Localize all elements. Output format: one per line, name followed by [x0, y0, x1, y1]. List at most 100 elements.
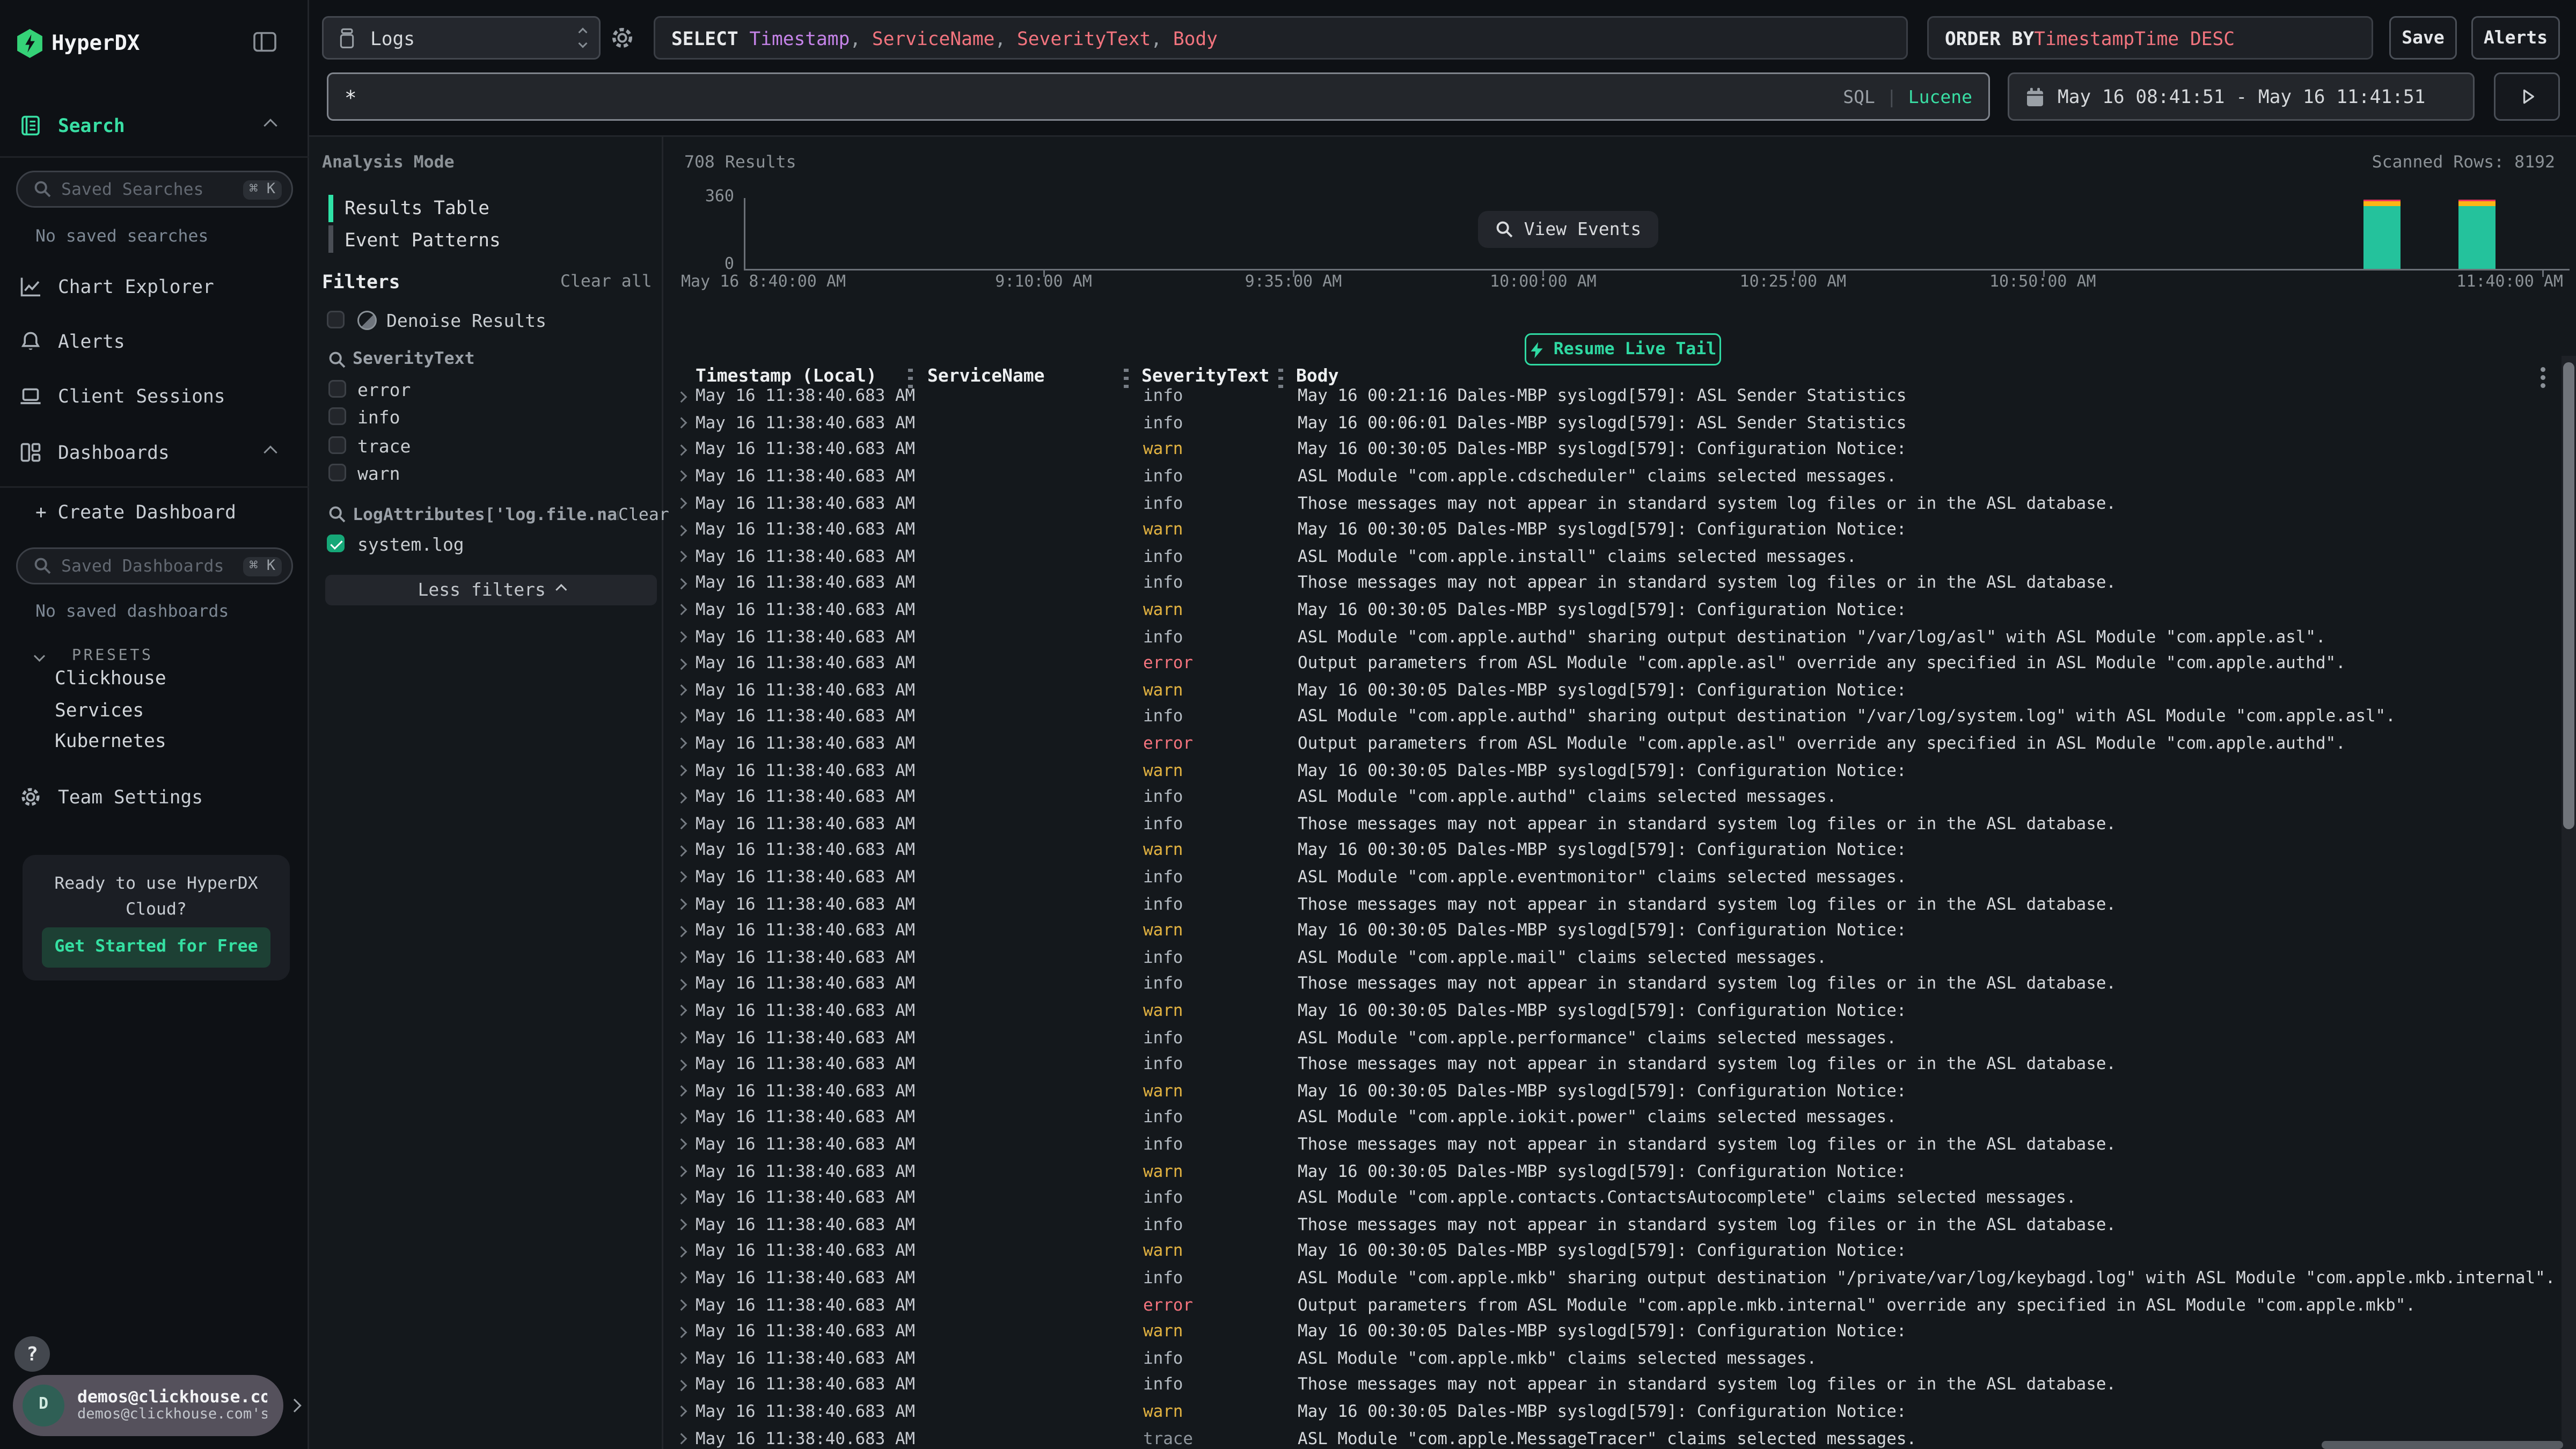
- sidebar-item-client-sessions[interactable]: Client Sessions: [0, 375, 309, 417]
- table-row[interactable]: May 16 11:38:40.683 AMwarnMay 16 00:30:0…: [663, 998, 2576, 1025]
- row-expand-chevron-icon[interactable]: [676, 792, 686, 802]
- severity-error-label[interactable]: error: [357, 380, 411, 401]
- table-row[interactable]: May 16 11:38:40.683 AMwarnMay 16 00:30:0…: [663, 517, 2576, 544]
- row-expand-chevron-icon[interactable]: [676, 1380, 686, 1390]
- user-menu[interactable]: D demos@clickhouse.com demos@clickhouse.…: [13, 1375, 283, 1436]
- table-row[interactable]: May 16 11:38:40.683 AMinfoASL Module "co…: [663, 464, 2576, 491]
- mode-event-patterns[interactable]: Event Patterns: [345, 229, 501, 251]
- row-expand-chevron-icon[interactable]: [676, 631, 686, 641]
- source-settings-gear-icon[interactable]: [610, 26, 634, 50]
- sidebar-item-alerts[interactable]: Alerts: [0, 320, 309, 362]
- row-expand-chevron-icon[interactable]: [676, 1086, 686, 1096]
- table-row[interactable]: May 16 11:38:40.683 AMinfoThose messages…: [663, 971, 2576, 998]
- row-expand-chevron-icon[interactable]: [676, 845, 686, 855]
- row-expand-chevron-icon[interactable]: [676, 685, 686, 695]
- table-row[interactable]: May 16 11:38:40.683 AMwarnMay 16 00:30:0…: [663, 758, 2576, 785]
- chevron-up-icon[interactable]: [264, 119, 277, 132]
- order-by-input[interactable]: ORDER BY TimestampTime DESC: [1927, 16, 2373, 60]
- save-button[interactable]: Save: [2389, 16, 2457, 60]
- table-row[interactable]: May 16 11:38:40.683 AMwarnMay 16 00:30:0…: [663, 838, 2576, 865]
- row-expand-chevron-icon[interactable]: [676, 471, 686, 481]
- date-range-input[interactable]: May 16 08:41:51 - May 16 11:41:51: [2008, 72, 2475, 121]
- table-row[interactable]: May 16 11:38:40.683 AMerrorOutput parame…: [663, 731, 2576, 758]
- sidebar-item-team-settings[interactable]: Team Settings: [0, 776, 309, 818]
- table-row[interactable]: May 16 11:38:40.683 AMinfoASL Module "co…: [663, 1105, 2576, 1132]
- row-expand-chevron-icon[interactable]: [676, 1139, 686, 1150]
- mode-results-table[interactable]: Results Table: [345, 196, 489, 219]
- table-row[interactable]: May 16 11:38:40.683 AMwarnMay 16 00:30:0…: [663, 437, 2576, 464]
- sidebar-item-dashboards[interactable]: Dashboards: [0, 431, 309, 473]
- table-row[interactable]: May 16 11:38:40.683 AMwarnMay 16 00:30:0…: [663, 1239, 2576, 1265]
- row-expand-chevron-icon[interactable]: [676, 1166, 686, 1176]
- severity-error-checkbox[interactable]: [328, 380, 346, 398]
- row-expand-chevron-icon[interactable]: [676, 898, 686, 909]
- alerts-button[interactable]: Alerts: [2471, 16, 2560, 60]
- get-started-button[interactable]: Get Started for Free: [42, 927, 270, 968]
- row-expand-chevron-icon[interactable]: [676, 1192, 686, 1203]
- table-row[interactable]: May 16 11:38:40.683 AMinfoThose messages…: [663, 1132, 2576, 1159]
- table-row[interactable]: May 16 11:38:40.683 AMinfoThose messages…: [663, 570, 2576, 597]
- presets-toggle[interactable]: PRESETS: [35, 636, 153, 667]
- view-events-button[interactable]: View Events: [1478, 211, 1658, 248]
- row-expand-chevron-icon[interactable]: [676, 418, 686, 428]
- row-expand-chevron-icon[interactable]: [676, 738, 686, 749]
- systemlog-label[interactable]: system.log: [357, 535, 464, 555]
- severity-warn-label[interactable]: warn: [357, 464, 400, 485]
- row-expand-chevron-icon[interactable]: [676, 712, 686, 722]
- row-expand-chevron-icon[interactable]: [676, 872, 686, 882]
- row-expand-chevron-icon[interactable]: [676, 1059, 686, 1069]
- severity-trace-label[interactable]: trace: [357, 436, 411, 457]
- row-expand-chevron-icon[interactable]: [676, 1353, 686, 1363]
- row-expand-chevron-icon[interactable]: [676, 925, 686, 935]
- row-expand-chevron-icon[interactable]: [676, 1032, 686, 1042]
- row-expand-chevron-icon[interactable]: [676, 818, 686, 829]
- saved-dashboards-input[interactable]: Saved Dashboards ⌘ K: [16, 547, 293, 584]
- table-row[interactable]: May 16 11:38:40.683 AMinfoMay 16 00:21:1…: [663, 383, 2576, 410]
- row-expand-chevron-icon[interactable]: [676, 1299, 686, 1309]
- table-row[interactable]: May 16 11:38:40.683 AMwarnMay 16 00:30:0…: [663, 1159, 2576, 1185]
- row-expand-chevron-icon[interactable]: [676, 391, 686, 401]
- row-expand-chevron-icon[interactable]: [676, 551, 686, 561]
- row-expand-chevron-icon[interactable]: [676, 605, 686, 615]
- row-expand-chevron-icon[interactable]: [676, 444, 686, 455]
- chevron-up-icon[interactable]: [264, 445, 277, 459]
- severity-warn-checkbox[interactable]: [328, 464, 346, 481]
- sidebar-item-search[interactable]: Search: [0, 105, 309, 147]
- table-row[interactable]: May 16 11:38:40.683 AMwarnMay 16 00:30:0…: [663, 1319, 2576, 1345]
- mode-sql-toggle[interactable]: SQL: [1843, 86, 1875, 107]
- resume-live-tail-button[interactable]: Resume Live Tail: [1525, 333, 1721, 365]
- source-select[interactable]: Logs: [322, 16, 601, 60]
- horizontal-scrollbar-thumb[interactable]: [2322, 1441, 2563, 1449]
- table-row[interactable]: May 16 11:38:40.683 AMerrorOutput parame…: [663, 650, 2576, 677]
- row-expand-chevron-icon[interactable]: [676, 1273, 686, 1283]
- live-tail-play-button[interactable]: [2494, 72, 2560, 121]
- clear-all-link[interactable]: Clear all: [560, 272, 652, 291]
- logattr-clear-link[interactable]: Clear: [618, 506, 669, 525]
- table-row[interactable]: May 16 11:38:40.683 AMinfoASL Module "co…: [663, 1265, 2576, 1292]
- row-expand-chevron-icon[interactable]: [676, 1326, 686, 1336]
- row-expand-chevron-icon[interactable]: [676, 765, 686, 775]
- row-expand-chevron-icon[interactable]: [676, 1219, 686, 1230]
- row-expand-chevron-icon[interactable]: [676, 497, 686, 508]
- help-button[interactable]: ?: [14, 1336, 50, 1372]
- table-row[interactable]: May 16 11:38:40.683 AMinfoASL Module "co…: [663, 784, 2576, 811]
- less-filters-button[interactable]: Less filters: [325, 575, 657, 605]
- row-expand-chevron-icon[interactable]: [676, 1246, 686, 1256]
- table-row[interactable]: May 16 11:38:40.683 AMinfoMay 16 00:06:0…: [663, 410, 2576, 437]
- row-expand-chevron-icon[interactable]: [676, 1407, 686, 1417]
- table-row[interactable]: May 16 11:38:40.683 AMinfoASL Module "co…: [663, 1025, 2576, 1052]
- table-row[interactable]: May 16 11:38:40.683 AMinfoThose messages…: [663, 1372, 2576, 1399]
- row-expand-chevron-icon[interactable]: [676, 952, 686, 962]
- table-row[interactable]: May 16 11:38:40.683 AMinfoThose messages…: [663, 811, 2576, 838]
- severity-trace-checkbox[interactable]: [328, 436, 346, 454]
- vertical-scrollbar-thumb[interactable]: [2563, 362, 2574, 829]
- table-row[interactable]: May 16 11:38:40.683 AMinfoASL Module "co…: [663, 624, 2576, 651]
- table-row[interactable]: May 16 11:38:40.683 AMinfoASL Module "co…: [663, 1185, 2576, 1212]
- severity-info-checkbox[interactable]: [328, 407, 346, 425]
- table-row[interactable]: May 16 11:38:40.683 AMinfoThose messages…: [663, 891, 2576, 918]
- sql-query-input[interactable]: SELECT Timestamp, ServiceName, SeverityT…: [654, 16, 1908, 60]
- row-expand-chevron-icon[interactable]: [676, 1113, 686, 1123]
- row-expand-chevron-icon[interactable]: [676, 578, 686, 588]
- preset-clickhouse[interactable]: Clickhouse: [55, 667, 166, 689]
- preset-services[interactable]: Services: [55, 699, 144, 721]
